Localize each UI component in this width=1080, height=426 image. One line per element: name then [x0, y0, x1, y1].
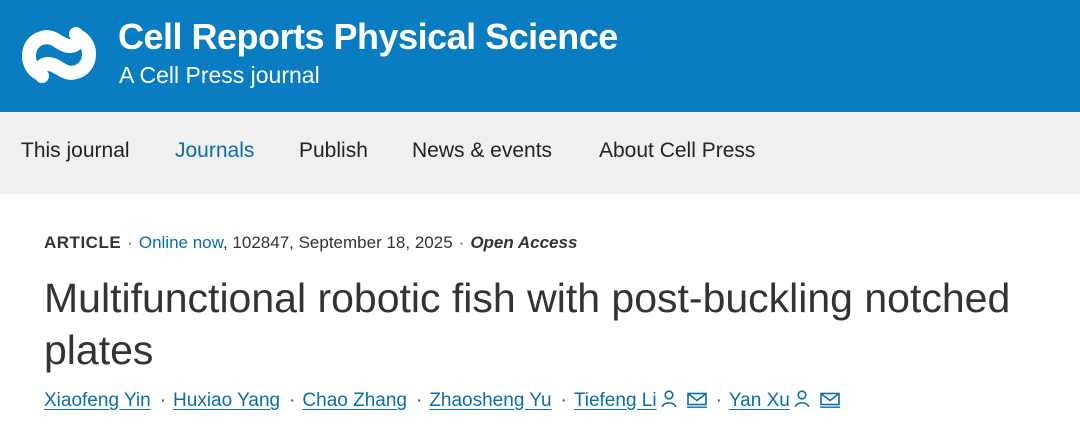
author-link[interactable]: Chao Zhang — [302, 390, 407, 411]
author-separator: · — [289, 390, 296, 411]
nav-item-publish[interactable]: Publish — [299, 139, 368, 163]
author-link[interactable]: Xiaofeng Yin — [44, 390, 151, 411]
journal-title[interactable]: Cell Reports Physical Science — [118, 16, 618, 58]
online-now-link[interactable]: Online now — [139, 233, 223, 252]
person-icon[interactable] — [661, 390, 677, 408]
author-link[interactable]: Zhaosheng Yu — [429, 390, 551, 411]
nav-item-about-cell-press[interactable]: About Cell Press — [599, 139, 755, 163]
journal-subtitle: A Cell Press journal — [119, 62, 320, 88]
mail-icon[interactable] — [819, 392, 840, 408]
cell-press-logo-icon[interactable] — [20, 16, 98, 94]
author-link[interactable]: Tiefeng Li — [574, 390, 657, 411]
nav-item-this-journal[interactable]: This journal — [21, 139, 130, 163]
nav-item-news-events[interactable]: News & events — [412, 139, 552, 163]
article-type: ARTICLE — [44, 233, 122, 252]
mail-icon[interactable] — [686, 392, 707, 408]
article-meta: ARTICLE · Online now, 102847, September 18… — [44, 233, 577, 253]
author-separator: · — [715, 390, 722, 411]
author-separator: · — [159, 390, 167, 411]
open-access-badge: Open Access — [470, 233, 578, 252]
author-separator: · — [560, 390, 567, 411]
author-link[interactable]: Yan Xu — [729, 390, 790, 411]
author-link[interactable]: Huxiao Yang — [173, 390, 280, 411]
nav-item-journals[interactable]: Journals — [175, 139, 254, 163]
person-icon[interactable] — [794, 390, 810, 408]
author-separator: · — [415, 390, 423, 411]
author-list: Xiaofeng Yin · Huxiao Yang · Chao Zhang · Zhao… — [44, 390, 840, 412]
main-nav: This journal Journals Publish News & eve… — [0, 112, 1080, 194]
article-title: Multifunctional robotic fish with post-b… — [44, 275, 1011, 373]
site-header: Cell Reports Physical Science A Cell Pre… — [0, 0, 1080, 112]
article-details: , 102847, September 18, 2025 — [222, 233, 453, 252]
meta-separator: · — [127, 233, 133, 252]
meta-separator: · — [458, 233, 465, 252]
